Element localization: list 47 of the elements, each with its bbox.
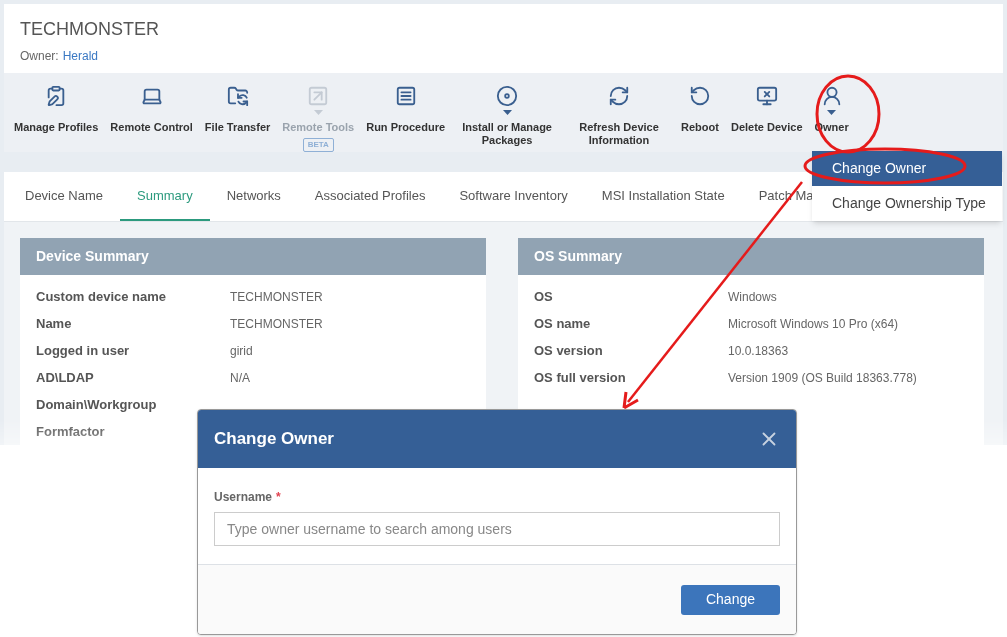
field-label: Custom device name [36, 287, 168, 306]
tab[interactable]: Associated Profiles [297, 171, 443, 221]
beta-badge: BETA [302, 138, 334, 152]
folder-sync-icon [226, 85, 249, 107]
field-label: OS version [534, 341, 604, 360]
toolbar-button[interactable]: File Transfer [198, 85, 277, 134]
tab[interactable]: Device Name [8, 171, 121, 221]
tab[interactable]: Software Inventory [442, 171, 585, 221]
field-label: Domain\Workgroup [36, 395, 158, 414]
toolbar-button[interactable]: Reboot [675, 85, 725, 134]
username-field[interactable]: Type owner username to search among users [214, 512, 780, 546]
field-value: 10.0.18363 [728, 342, 789, 360]
tab[interactable]: MSI Installation State [584, 171, 742, 221]
toolbar-button[interactable]: Delete Device [724, 85, 809, 134]
toolbar-button[interactable]: Run Procedure [360, 85, 452, 134]
field-value: Microsoft Windows 10 Pro (x64) [728, 315, 899, 333]
field-label: Name [36, 314, 73, 333]
field-label: OS full version [534, 368, 627, 387]
rotate-icon [689, 85, 711, 107]
field-label: Logged in user [36, 341, 131, 360]
required-mark: * [276, 489, 281, 506]
field-label: AD\LDAP [36, 368, 95, 387]
panel-title: Device Summary [20, 238, 486, 275]
owner-link[interactable]: Herald [62, 47, 99, 65]
toolbar-button[interactable]: Install or Manage Packages [451, 85, 564, 147]
dialog-title: Change Owner [214, 428, 334, 451]
panel-title: OS Summary [518, 238, 984, 275]
field-value: TECHMONSTER [230, 315, 323, 333]
tab[interactable]: Networks [209, 171, 298, 221]
owner-label: Owner: [20, 48, 59, 65]
square-lines-icon [394, 85, 417, 107]
device-title: TECHMONSTER [20, 18, 160, 41]
toolbar-button[interactable]: Remote Control [104, 85, 199, 134]
field-label: OS [534, 287, 554, 306]
field-label: OS name [534, 314, 592, 333]
change-button[interactable]: Change [681, 584, 780, 615]
refresh-icon [608, 85, 631, 107]
field-value: girid [230, 342, 253, 360]
field-value: Version 1909 (OS Build 18363.778) [728, 369, 917, 387]
toolbar-button[interactable]: Manage Profiles [8, 85, 105, 134]
field-value: TECHMONSTER [230, 288, 323, 306]
toolbar-button[interactable]: Refresh Device Information [563, 85, 676, 147]
disc-icon [496, 85, 519, 107]
field-value: Windows [728, 288, 777, 306]
field-label: Username [214, 489, 273, 506]
field-value: N/A [230, 369, 250, 387]
monitor-x-icon [755, 85, 778, 107]
